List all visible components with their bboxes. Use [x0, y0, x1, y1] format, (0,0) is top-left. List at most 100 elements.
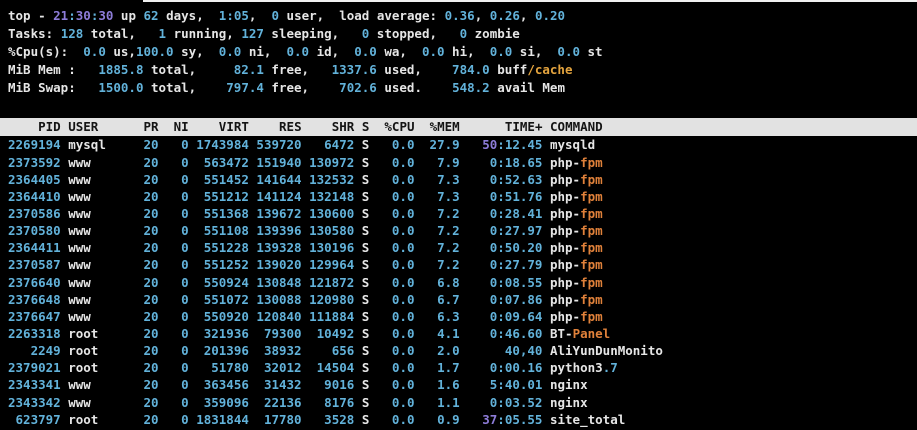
text-segment: Tasks: [8, 25, 61, 41]
text-segment [302, 343, 332, 358]
text-segment: www [68, 257, 91, 273]
text-segment [302, 155, 310, 170]
text-segment: 0:08.55 [489, 274, 543, 290]
text-segment: 0 [181, 343, 189, 359]
text-segment: 539720 [256, 137, 302, 153]
text-segment: 1.7 [437, 360, 460, 376]
text-segment: 0 [181, 188, 189, 204]
text-segment: 3528 [324, 411, 355, 427]
text-segment [460, 309, 490, 324]
text-segment: sleeping, [263, 25, 362, 41]
text-segment: 656 [331, 343, 355, 359]
text-segment [542, 240, 550, 255]
text-segment: 62 [143, 8, 159, 23]
text-segment: 1.1 [437, 394, 460, 410]
text-segment [128, 189, 143, 204]
text-segment: root [68, 411, 99, 427]
text-segment [354, 155, 362, 170]
text-segment [542, 206, 550, 221]
text-segment [91, 377, 129, 392]
process-row: 2373592 www 20 0 563472 151940 130972 S … [8, 154, 917, 171]
text-segment [369, 223, 392, 238]
text-segment: fpm [580, 171, 603, 187]
text-segment [354, 223, 362, 238]
text-segment: 20 [143, 343, 159, 359]
text-segment: 0 [181, 171, 189, 187]
text-segment [189, 275, 204, 290]
text-segment: 6.8 [437, 274, 460, 290]
text-segment [128, 377, 143, 392]
text-segment [98, 412, 128, 427]
text-segment: VIRT [218, 119, 249, 135]
text-segment: 0:00.16 [489, 360, 543, 376]
text-segment [415, 395, 438, 410]
text-segment: 20 [143, 257, 159, 273]
text-segment: 551252 [203, 257, 249, 273]
text-segment: 0 [181, 411, 189, 427]
text-segment: 2343341 [8, 377, 61, 393]
text-segment [159, 223, 182, 238]
text-segment [249, 395, 264, 410]
text-segment [542, 119, 550, 134]
text-segment: PID [38, 119, 61, 135]
text-segment: 0 [181, 394, 189, 410]
text-segment: www [68, 394, 91, 410]
text-segment [98, 119, 128, 134]
text-segment: 359096 [203, 394, 249, 410]
text-segment: 20 [143, 240, 159, 256]
text-segment [159, 172, 182, 187]
text-segment [369, 326, 392, 341]
process-row: 2343341 www 20 0 363456 31432 9016 S 0.0… [8, 376, 917, 393]
text-segment: fpm [580, 154, 603, 170]
text-segment: zombie [467, 25, 520, 41]
text-segment: 2376640 [8, 274, 61, 290]
text-segment [189, 343, 204, 358]
text-segment: root [68, 343, 99, 359]
text-segment [354, 412, 362, 427]
text-segment: 30 [98, 8, 114, 23]
text-segment [159, 292, 182, 307]
text-segment [302, 275, 310, 290]
text-segment: 0 [181, 377, 189, 393]
text-segment [542, 137, 550, 152]
text-segment: 20 [143, 326, 159, 341]
text-segment: 0 [181, 308, 189, 324]
text-segment [249, 326, 264, 341]
text-segment: 130600 [309, 206, 355, 222]
text-segment: NI [173, 119, 189, 135]
text-segment [542, 309, 550, 324]
text-segment [302, 257, 310, 272]
text-segment: 0:27.97 [489, 223, 543, 239]
text-segment [460, 119, 505, 134]
text-segment: 1743984 [196, 137, 249, 153]
text-segment [354, 119, 362, 134]
text-segment: 784.0 [452, 61, 490, 77]
text-segment: 2343342 [8, 394, 61, 410]
text-segment: root [68, 360, 99, 376]
text-segment: 82.1 [233, 61, 264, 77]
text-segment [302, 189, 310, 204]
text-segment: 2364410 [8, 188, 61, 204]
text-segment [542, 343, 550, 358]
text-segment [159, 189, 182, 204]
text-segment [189, 172, 204, 187]
text-segment: www [68, 274, 91, 290]
text-segment [128, 395, 143, 410]
text-segment: 8176 [324, 394, 355, 410]
text-segment: root [68, 326, 99, 341]
text-segment: used. [376, 79, 453, 95]
text-segment: %CPU [384, 119, 415, 135]
text-segment [91, 172, 129, 187]
text-segment: 2376647 [8, 308, 61, 324]
terminal-screen[interactable]: top - 21:30:30 up 62 days, 1:05, 0 user,… [0, 0, 917, 428]
text-segment: 0.36 [444, 8, 475, 23]
text-segment [91, 257, 129, 272]
text-segment [354, 377, 362, 392]
text-segment: 0 [181, 223, 189, 239]
text-segment: 7.2 [437, 240, 460, 256]
text-segment: 0.0 [286, 43, 310, 59]
text-segment: 128 [60, 25, 84, 41]
text-segment [159, 206, 182, 221]
text-segment: 9016 [324, 377, 355, 393]
text-segment: 130848 [256, 274, 302, 290]
